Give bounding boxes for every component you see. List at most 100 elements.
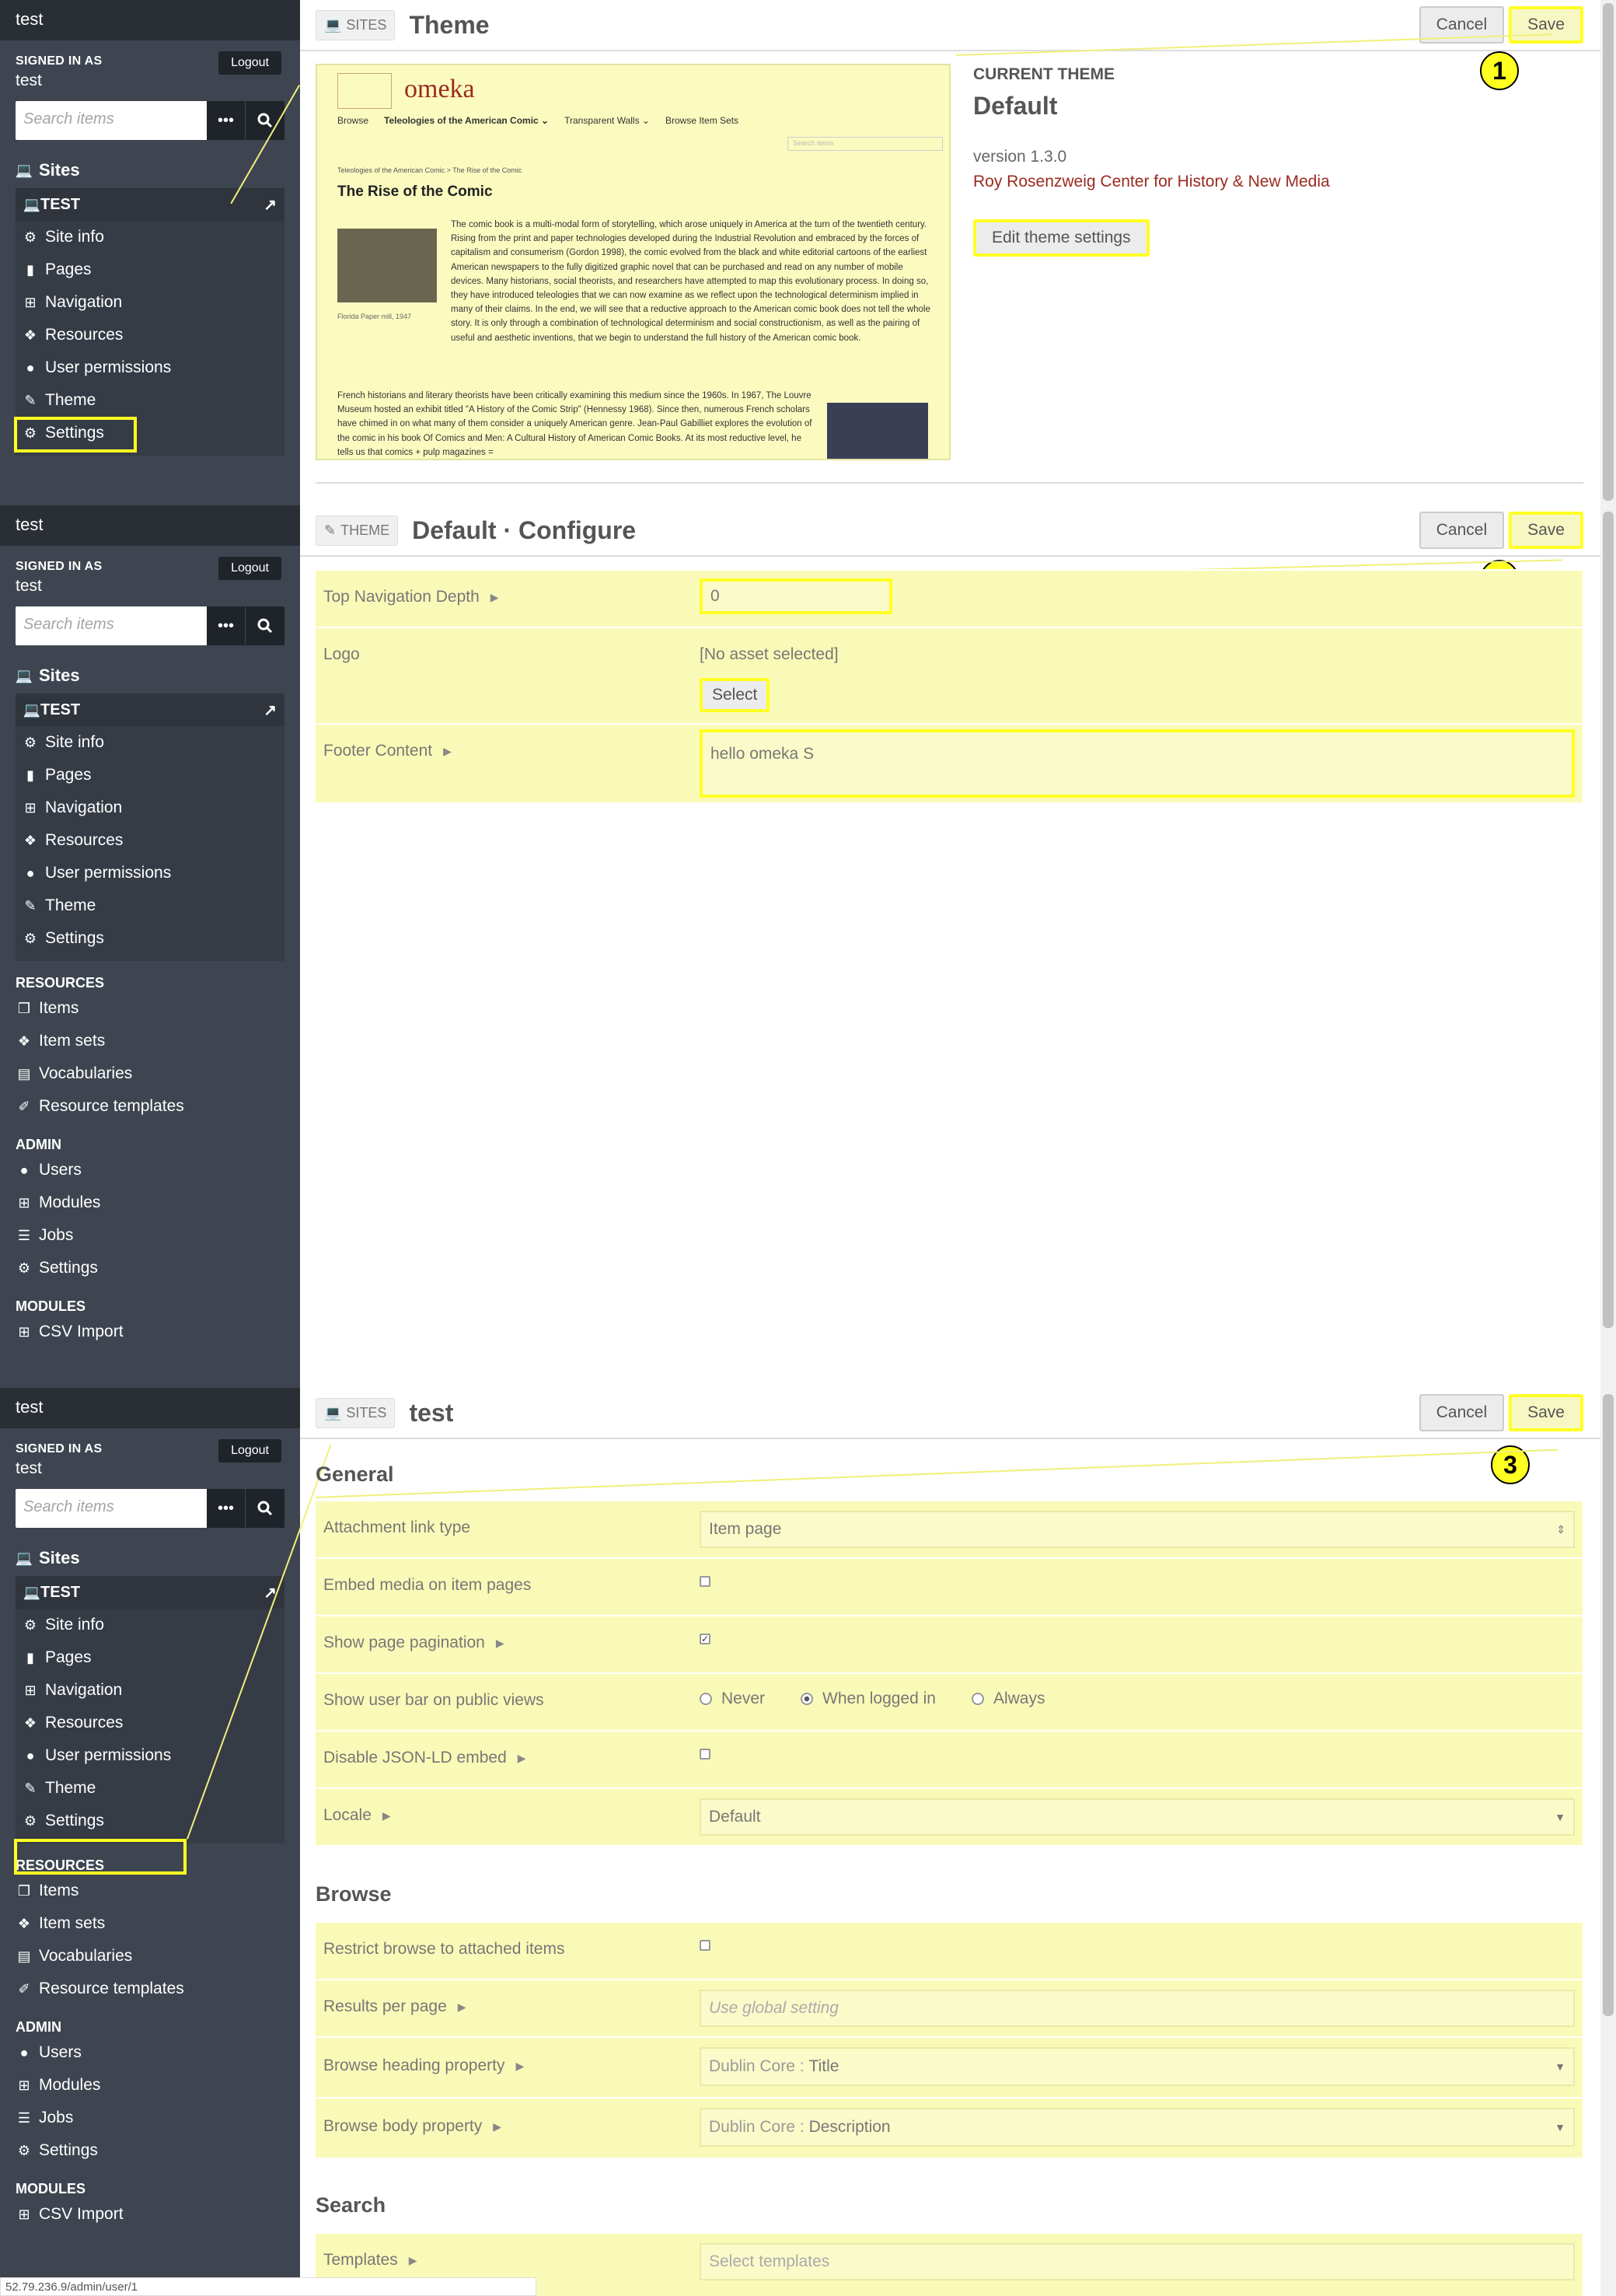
sidebar-item-resource-templates[interactable]: ✐ Resource templates xyxy=(0,1090,300,1123)
sidebar-item-theme[interactable]: ✎ Theme xyxy=(16,384,284,417)
advanced-search-button[interactable]: ••• xyxy=(207,101,246,140)
scrollbar-thumb[interactable] xyxy=(1603,1394,1614,2016)
cancel-button[interactable]: Cancel xyxy=(1419,512,1505,549)
sidebar-item-items[interactable]: ❒ Items xyxy=(0,1875,300,1907)
edit-theme-settings-button[interactable]: Edit theme settings xyxy=(973,219,1150,257)
radio-never[interactable]: Never xyxy=(700,1690,765,1708)
sidebar-item-resources[interactable]: ❖ Resources xyxy=(16,319,284,351)
sidebar-item-pages[interactable]: ▮ Pages xyxy=(16,1641,284,1674)
radio-always[interactable]: Always xyxy=(971,1690,1045,1708)
sidebar-item-user-permissions[interactable]: ● User permissions xyxy=(16,351,284,384)
save-button[interactable]: Save xyxy=(1509,6,1583,44)
sidebar-item-settings[interactable]: ⚙ Settings xyxy=(16,417,284,449)
select-asset-button[interactable]: Select xyxy=(700,678,770,712)
sidebar-item-resources[interactable]: ❖ Resources xyxy=(16,824,284,857)
sidebar-item-navigation[interactable]: ⊞ Navigation xyxy=(16,792,284,824)
restrict-browse-checkbox[interactable] xyxy=(700,1940,710,1951)
save-button[interactable]: Save xyxy=(1509,512,1583,549)
nav-depth-input[interactable]: 0 xyxy=(700,578,892,614)
sidebar-item-admin-settings[interactable]: ⚙ Settings xyxy=(0,2134,300,2167)
pagination-checkbox[interactable]: ✓ xyxy=(700,1634,710,1644)
logout-button[interactable]: Logout xyxy=(218,51,281,75)
cancel-button[interactable]: Cancel xyxy=(1419,1394,1505,1431)
search-input[interactable]: Search items xyxy=(16,606,207,645)
sidebar-item-resource-templates[interactable]: ✐ Resource templates xyxy=(0,1973,300,2005)
sidebar-item-user-permissions[interactable]: ● User permissions xyxy=(16,1739,284,1772)
sidebar-item-modules[interactable]: ⊞ Modules xyxy=(0,1186,300,1219)
sidebar-item-theme[interactable]: ✎ Theme xyxy=(16,1772,284,1805)
search-input[interactable]: Search items xyxy=(16,101,207,140)
browse-body-select[interactable]: Dublin Core : Description ▼ xyxy=(700,2108,1575,2147)
site-header[interactable]: 💻TEST ↗ xyxy=(16,1576,284,1609)
sidebar-item-site-info[interactable]: ⚙ Site info xyxy=(16,1609,284,1641)
sidebar-item-jobs[interactable]: ☰ Jobs xyxy=(0,1219,300,1252)
breadcrumb[interactable]: ✎ THEME xyxy=(316,515,399,546)
advanced-search-button[interactable]: ••• xyxy=(207,606,246,645)
scrollbar[interactable] xyxy=(1600,505,1616,1388)
advanced-search-button[interactable]: ••• xyxy=(207,1489,246,1528)
sidebar-item-user-permissions[interactable]: ● User permissions xyxy=(16,857,284,889)
info-caret-icon[interactable]: ▶ xyxy=(458,2001,466,2014)
breadcrumb[interactable]: 💻 SITES xyxy=(316,9,396,40)
sidebar-item-users[interactable]: ● Users xyxy=(0,1154,300,1186)
external-link-icon[interactable]: ↗ xyxy=(264,701,277,720)
logout-button[interactable]: Logout xyxy=(218,1439,281,1463)
attachment-link-select[interactable]: Item page ⇕ xyxy=(700,1511,1575,1548)
sidebar-item-theme[interactable]: ✎ Theme xyxy=(16,889,284,922)
sidebar-item-csv-import[interactable]: ⊞ CSV Import xyxy=(0,1316,300,1348)
sidebar-item-resources[interactable]: ❖ Resources xyxy=(16,1707,284,1739)
sidebar-title[interactable]: test xyxy=(0,1388,300,1428)
sidebar-item-pages[interactable]: ▮ Pages xyxy=(16,759,284,792)
locale-select[interactable]: Default ▼ xyxy=(700,1798,1575,1836)
footer-content-textarea[interactable]: hello omeka S xyxy=(700,729,1575,798)
info-caret-icon[interactable]: ▶ xyxy=(496,1637,504,1650)
sidebar-item-jobs[interactable]: ☰ Jobs xyxy=(0,2102,300,2134)
logout-button[interactable]: Logout xyxy=(218,557,281,580)
site-header[interactable]: 💻TEST ↗ xyxy=(16,694,284,726)
sidebar-item-navigation[interactable]: ⊞ Navigation xyxy=(16,286,284,319)
sidebar-item-site-info[interactable]: ⚙ Site info xyxy=(16,726,284,759)
browse-heading-select[interactable]: Dublin Core : Title ▼ xyxy=(700,2047,1575,2086)
sidebar-item-modules[interactable]: ⊞ Modules xyxy=(0,2069,300,2102)
sites-link[interactable]: 💻 Sites xyxy=(0,140,300,188)
sidebar-item-settings[interactable]: ⚙ Settings xyxy=(16,922,284,955)
sites-link[interactable]: 💻 Sites xyxy=(0,1528,300,1576)
scrollbar[interactable] xyxy=(1600,0,1616,505)
sidebar-item-settings[interactable]: ⚙ Settings xyxy=(16,1805,284,1837)
info-caret-icon[interactable]: ▶ xyxy=(443,745,452,758)
info-caret-icon[interactable]: ▶ xyxy=(490,591,499,604)
sidebar-item-site-info[interactable]: ⚙ Site info xyxy=(16,221,284,253)
search-input[interactable]: Search items xyxy=(16,1489,207,1528)
external-link-icon[interactable]: ↗ xyxy=(264,195,277,215)
sidebar-item-users[interactable]: ● Users xyxy=(0,2036,300,2069)
sites-link[interactable]: 💻 Sites xyxy=(0,645,300,694)
info-caret-icon[interactable]: ▶ xyxy=(382,1809,391,1822)
sidebar-item-item-sets[interactable]: ❖ Item sets xyxy=(0,1025,300,1057)
sidebar-item-pages[interactable]: ▮ Pages xyxy=(16,253,284,286)
sidebar-item-vocabularies[interactable]: ▤ Vocabularies xyxy=(0,1940,300,1973)
sidebar-title[interactable]: test xyxy=(0,0,300,40)
jsonld-checkbox[interactable] xyxy=(700,1749,710,1760)
theme-author-link[interactable]: Roy Rosenzweig Center for History & New … xyxy=(973,173,1330,191)
scrollbar-thumb[interactable] xyxy=(1603,512,1614,1328)
site-header[interactable]: 💻TEST ↗ xyxy=(16,188,284,221)
scrollbar[interactable] xyxy=(1600,1388,1616,2296)
breadcrumb[interactable]: 💻 SITES xyxy=(316,1397,396,1428)
sidebar-item-csv-import[interactable]: ⊞ CSV Import xyxy=(0,2198,300,2231)
info-caret-icon[interactable]: ▶ xyxy=(409,2254,417,2267)
templates-select[interactable]: Select templates xyxy=(700,2243,1575,2280)
radio-when-logged-in[interactable]: When logged in xyxy=(801,1690,936,1708)
info-caret-icon[interactable]: ▶ xyxy=(493,2120,501,2133)
results-per-page-input[interactable]: Use global setting xyxy=(700,1990,1575,2027)
sidebar-item-admin-settings[interactable]: ⚙ Settings xyxy=(0,1252,300,1284)
search-button[interactable] xyxy=(246,1489,284,1528)
embed-media-checkbox[interactable] xyxy=(700,1576,710,1587)
save-button[interactable]: Save xyxy=(1509,1394,1583,1431)
sidebar-item-items[interactable]: ❒ Items xyxy=(0,992,300,1025)
sidebar-item-item-sets[interactable]: ❖ Item sets xyxy=(0,1907,300,1940)
search-button[interactable] xyxy=(246,606,284,645)
info-caret-icon[interactable]: ▶ xyxy=(515,2060,524,2073)
info-caret-icon[interactable]: ▶ xyxy=(518,1752,526,1765)
scrollbar-thumb[interactable] xyxy=(1603,3,1614,501)
sidebar-title[interactable]: test xyxy=(0,505,300,546)
